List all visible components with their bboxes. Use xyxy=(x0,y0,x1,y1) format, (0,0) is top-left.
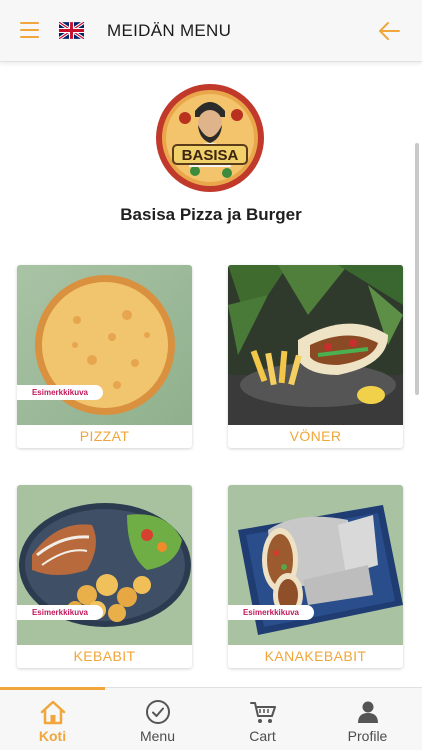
category-label: VÖNER xyxy=(289,428,342,444)
category-card-kanakebabit[interactable]: Esimerkkikuva KANAKEBABIT xyxy=(228,485,403,668)
voner-image xyxy=(228,265,403,425)
bottom-navigation: Koti Menu Cart Profile xyxy=(0,687,422,750)
top-app-bar: MEIDÄN MENU xyxy=(0,0,422,62)
chicken-kebab-wrap-image xyxy=(228,485,403,645)
nav-label: Koti xyxy=(38,728,67,744)
nav-label: Profile xyxy=(347,728,388,744)
example-image-badge: Esimerkkikuva xyxy=(17,385,103,400)
arrow-left-icon[interactable] xyxy=(378,21,400,41)
cart-icon xyxy=(249,702,276,723)
nav-home[interactable]: Koti xyxy=(0,687,105,750)
home-icon xyxy=(40,700,65,725)
page-title: MEIDÄN MENU xyxy=(107,21,232,40)
nav-profile[interactable]: Profile xyxy=(315,688,420,750)
logo-text: BASISA xyxy=(182,147,239,164)
restaurant-logo: BASISA xyxy=(156,84,264,192)
category-label: KANAKEBABIT xyxy=(264,648,367,664)
nav-cart[interactable]: Cart xyxy=(210,688,315,750)
example-image-badge: Esimerkkikuva xyxy=(17,605,103,620)
example-image-badge: Esimerkkikuva xyxy=(228,605,314,620)
uk-flag-icon[interactable] xyxy=(59,22,84,39)
nav-label: Cart xyxy=(249,728,276,744)
nav-menu[interactable]: Menu xyxy=(105,688,210,750)
kebab-image xyxy=(17,485,192,645)
category-card-voner[interactable]: VÖNER xyxy=(228,265,403,448)
category-label: KEBABIT xyxy=(73,648,136,664)
pizza-image xyxy=(17,265,192,425)
scrollbar[interactable] xyxy=(415,143,419,395)
category-card-pizzat[interactable]: Esimerkkikuva PIZZAT xyxy=(17,265,192,448)
category-card-kebabit[interactable]: Esimerkkikuva KEBABIT xyxy=(17,485,192,668)
menu-content[interactable]: BASISA Basisa Pizza ja Burger Esimerkkik… xyxy=(0,63,422,687)
restaurant-name: Basisa Pizza ja Burger xyxy=(120,205,302,224)
category-label: PIZZAT xyxy=(79,428,130,444)
hamburger-icon[interactable] xyxy=(20,22,39,38)
user-icon xyxy=(357,701,378,723)
nav-label: Menu xyxy=(139,728,176,744)
check-circle-icon xyxy=(145,700,170,724)
